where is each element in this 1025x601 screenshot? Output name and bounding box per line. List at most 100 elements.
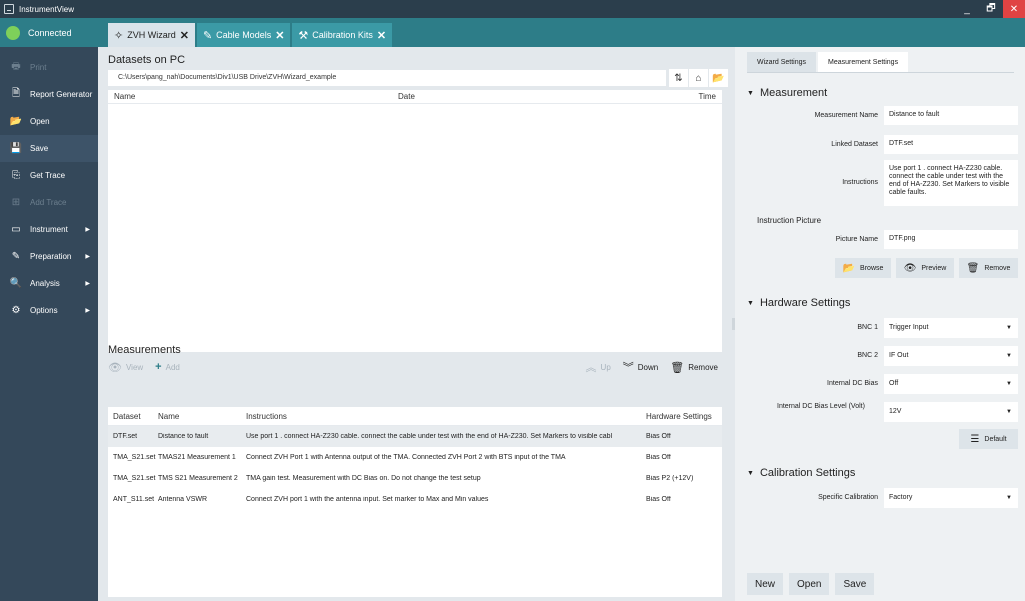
linked-dataset-input[interactable]: DTF.set <box>884 135 1018 154</box>
view-button[interactable]: 👁 View <box>108 361 143 374</box>
internal-dc-bias-select[interactable]: Off ▼ <box>884 374 1018 394</box>
cell-hardware: Bias P2 (+12V) <box>646 475 694 482</box>
close-tab-icon[interactable]: ✕ <box>377 29 386 42</box>
measurement-name-input[interactable]: Distance to fault <box>884 106 1018 125</box>
add-button[interactable]: + Add <box>155 361 180 373</box>
close-tab-icon[interactable]: ✕ <box>275 29 284 42</box>
sidebar-item-analysis[interactable]: 🔍 Analysis ▶ <box>0 270 98 297</box>
settings-tabs: Wizard Settings Measurement Settings <box>747 52 910 72</box>
home-icon[interactable]: ⌂ <box>689 69 708 87</box>
specific-calibration-select[interactable]: Factory ▼ <box>884 488 1018 508</box>
instructions-textarea[interactable]: Use port 1 . connect HA-Z230 cable. conn… <box>884 160 1018 206</box>
column-header-instructions[interactable]: Instructions <box>246 412 644 421</box>
browse-button[interactable]: 📂 Browse <box>835 258 891 278</box>
up-button[interactable]: ︽ Up <box>586 359 611 375</box>
cell-hardware: Bias Off <box>646 433 671 440</box>
sidebar-item-save[interactable]: 💾 Save <box>0 135 98 162</box>
sidebar-item-preparation[interactable]: ✎ Preparation ▶ <box>0 243 98 270</box>
default-button[interactable]: ☰ Default <box>959 429 1018 449</box>
minimize-button[interactable]: _ <box>955 0 979 18</box>
calibration-group-toggle[interactable]: ▼ Calibration Settings <box>747 467 855 479</box>
refresh-icon[interactable]: ⇅ <box>669 69 688 87</box>
cell-instructions: Connect ZVH Port 1 with Antenna output o… <box>246 454 566 461</box>
sidebar-item-report-generator[interactable]: 🗎 Report Generator <box>0 81 98 108</box>
folder-icon[interactable]: 📂 <box>709 69 728 87</box>
sidebar-item-options[interactable]: ⚙ Options ▶ <box>0 297 98 324</box>
internal-dc-bias-level-value: 12V <box>889 408 902 415</box>
measurement-action-bar: 👁 View + Add ︽ Up ︾ Down 🗑 Remove <box>108 357 722 377</box>
preview-button[interactable]: 👁 Preview <box>896 258 954 278</box>
chevron-right-icon: ▶ <box>85 254 90 260</box>
measurement-group-toggle[interactable]: ▼ Measurement <box>747 87 827 99</box>
sidebar: Connected 🖶 Print 🗎 Report Generator 📂 O… <box>0 18 98 601</box>
column-header-dataset[interactable]: Dataset <box>108 412 158 421</box>
sidebar-item-print[interactable]: 🖶 Print <box>0 54 98 81</box>
sidebar-item-open[interactable]: 📂 Open <box>0 108 98 135</box>
column-header-time[interactable]: Time <box>678 92 722 101</box>
view-button-label: View <box>125 362 144 372</box>
save-button[interactable]: Save <box>835 573 875 595</box>
tab-calibration-kits[interactable]: ⚒ Calibration Kits ✕ <box>292 23 393 47</box>
datasets-table[interactable]: Name Date Time <box>108 90 722 352</box>
table-row[interactable]: TMA_S21.set TMS S21 Measurement 2 TMA ga… <box>108 468 722 489</box>
chevron-down-icon: ▼ <box>1006 495 1012 501</box>
sidebar-item-get-trace[interactable]: ⎘ Get Trace <box>0 162 98 189</box>
dataset-path-field[interactable]: C:\Users\pang_nah\Documents\Div1\USB Dri… <box>108 70 666 86</box>
sidebar-item-instrument[interactable]: ▭ Instrument ▶ <box>0 216 98 243</box>
sidebar-item-label: Print <box>30 63 47 72</box>
remove-picture-button[interactable]: 🗑 Remove <box>959 258 1018 278</box>
picture-name-input[interactable]: DTF.png <box>884 230 1018 249</box>
window-controls: _ 🗗 ✕ <box>955 0 1025 18</box>
chevron-right-icon: ▶ <box>85 281 90 287</box>
table-row[interactable]: DTF.set Distance to fault Use port 1 . c… <box>108 426 722 447</box>
column-header-hardware-settings[interactable]: Hardware Settings <box>644 412 722 421</box>
sidebar-item-label: Instrument <box>30 225 68 234</box>
remove-button[interactable]: 🗑 Remove <box>670 359 718 375</box>
hardware-group-toggle[interactable]: ▼ Hardware Settings <box>747 297 850 309</box>
pen-icon: ✎ <box>202 29 213 42</box>
options-icon: ⚙ <box>11 305 21 316</box>
restore-button[interactable]: 🗗 <box>979 0 1003 18</box>
sidebar-item-label: Add Trace <box>30 198 67 207</box>
specific-calibration-value: Factory <box>889 494 913 501</box>
trash-icon: 🗑 <box>966 262 980 274</box>
close-tab-icon[interactable]: ✕ <box>180 29 189 42</box>
group-title: Calibration Settings <box>759 467 856 479</box>
report-icon: 🗎 <box>11 88 21 99</box>
datasets-title: Datasets on PC <box>108 54 186 66</box>
tab-zvh-wizard[interactable]: ✧ ZVH Wizard ✕ <box>108 23 195 47</box>
tab-label: Cable Models <box>216 30 272 40</box>
measurements-table-header: Dataset Name Instructions Hardware Setti… <box>108 407 722 426</box>
tab-wizard-settings[interactable]: Wizard Settings <box>747 52 817 72</box>
internal-dc-bias-level-select[interactable]: 12V ▼ <box>884 402 1018 422</box>
column-header-name[interactable]: Name <box>108 92 398 101</box>
bnc2-select[interactable]: IF Out ▼ <box>884 346 1018 366</box>
instruction-picture-title: Instruction Picture <box>757 216 822 225</box>
tab-cable-models[interactable]: ✎ Cable Models ✕ <box>196 23 291 47</box>
chevron-down-icon: ▼ <box>1006 409 1012 415</box>
open-icon: 📂 <box>9 116 23 127</box>
folder-icon: 📂 <box>842 262 856 274</box>
down-button[interactable]: ︾ Down <box>623 359 658 375</box>
measurements-table[interactable]: Dataset Name Instructions Hardware Setti… <box>108 407 722 597</box>
column-header-date[interactable]: Date <box>398 92 678 101</box>
sidebar-item-add-trace[interactable]: ⊞ Add Trace <box>0 189 98 216</box>
column-header-name[interactable]: Name <box>158 412 246 421</box>
connection-status[interactable]: Connected <box>0 18 98 47</box>
new-button[interactable]: New <box>747 573 784 595</box>
cell-dataset: TMA_S21.set <box>113 454 156 461</box>
cell-dataset: ANT_S11.set <box>113 496 155 503</box>
trash-icon: 🗑 <box>670 361 685 374</box>
calibration-icon: ⚒ <box>298 29 309 42</box>
close-button[interactable]: ✕ <box>1003 0 1025 18</box>
tab-bar: ✧ ZVH Wizard ✕ ✎ Cable Models ✕ ⚒ Calibr… <box>98 18 735 47</box>
picture-name-label: Picture Name <box>835 236 878 243</box>
table-row[interactable]: ANT_S11.set Antenna VSWR Connect ZVH por… <box>108 489 722 510</box>
add-trace-icon: ⊞ <box>11 197 21 208</box>
open-button[interactable]: Open <box>789 573 830 595</box>
tab-measurement-settings[interactable]: Measurement Settings <box>818 52 909 72</box>
up-button-label: Up <box>600 362 611 372</box>
eye-icon: 👁 <box>903 262 917 274</box>
bnc1-select[interactable]: Trigger Input ▼ <box>884 318 1018 338</box>
table-row[interactable]: TMA_S21.set TMAS21 Measurement 1 Connect… <box>108 447 722 468</box>
